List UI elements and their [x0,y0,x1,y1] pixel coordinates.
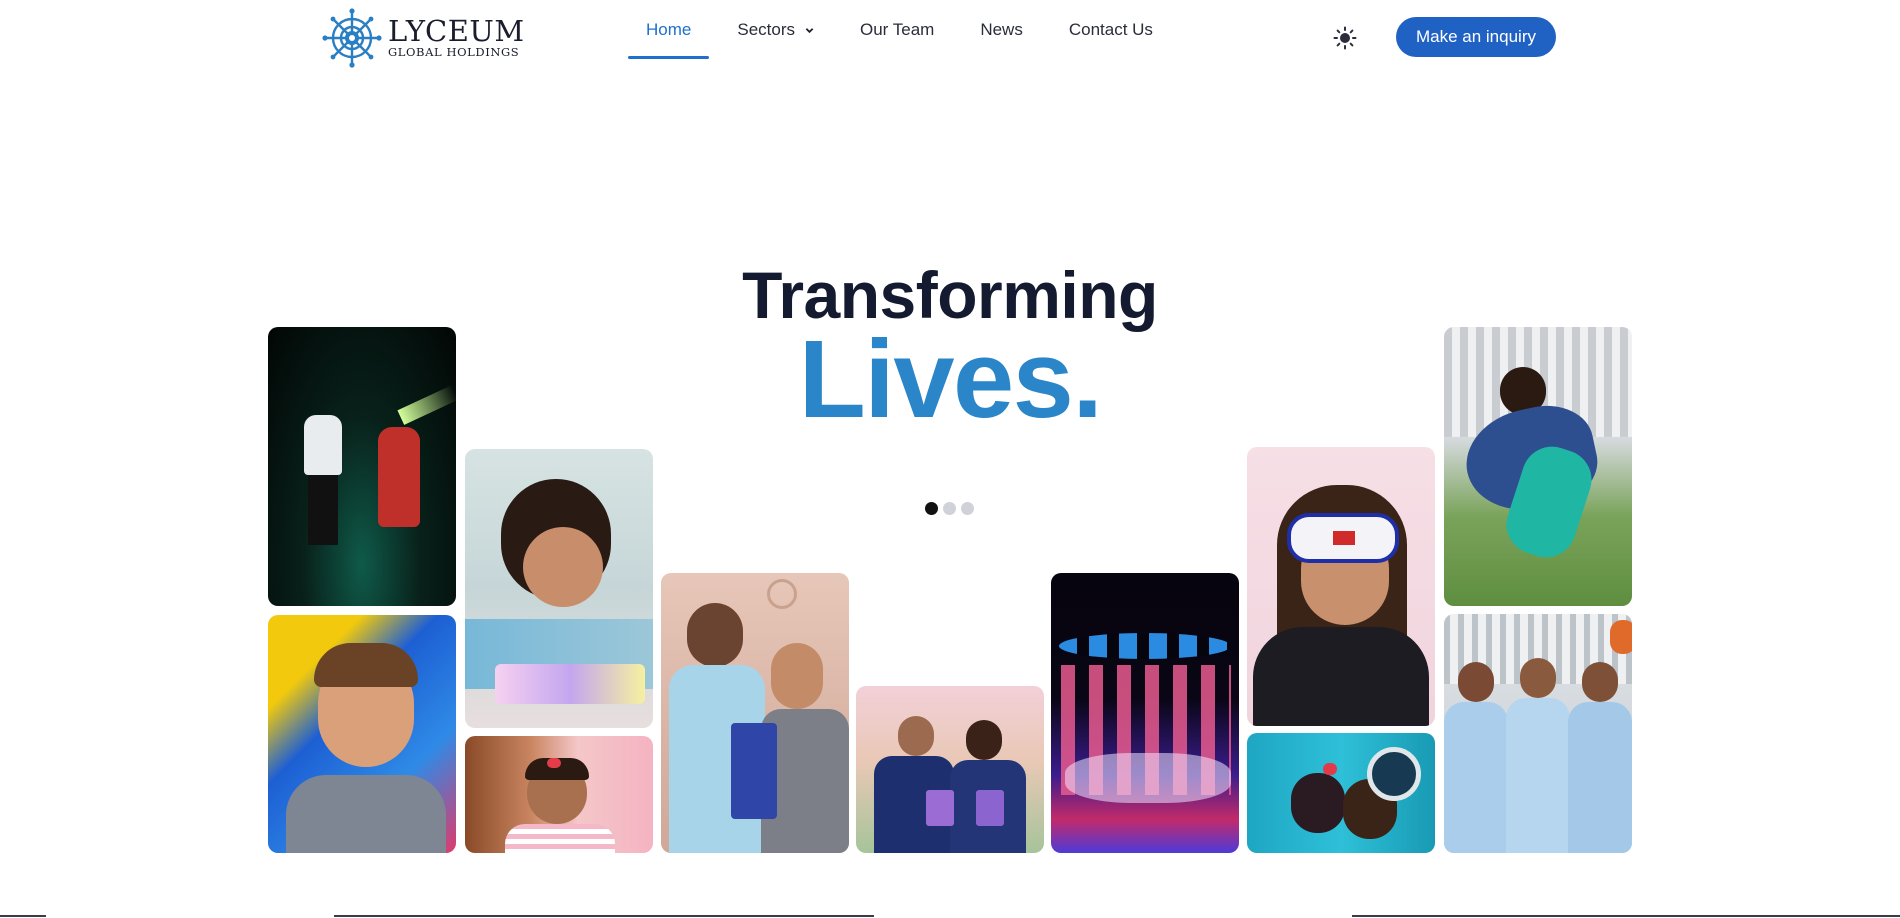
site-header: LYCEUM GLOBAL HOLDINGS Home Sectors Our … [0,0,1900,76]
nav-item-home[interactable]: Home [628,0,710,60]
logo[interactable]: LYCEUM GLOBAL HOLDINGS [322,8,525,68]
chevron-down-icon [805,27,814,33]
sun-icon [1333,26,1357,50]
nav-item-label: Home [646,20,692,39]
photo-graduate-jumping [1444,327,1632,606]
main-nav: Home Sectors Our Team News Contact Us [628,0,1181,60]
logo-title: LYCEUM [388,14,525,49]
photo-stage-performers [268,327,456,606]
photo-girl-drawing [465,449,653,728]
photo-smiling-boy [268,615,456,853]
nav-item-news[interactable]: News [962,0,1041,60]
make-inquiry-button[interactable]: Make an inquiry [1396,17,1556,57]
nav-item-label: News [980,20,1023,39]
photo-award-students [856,686,1044,853]
photo-vr-headset-girl [1247,447,1435,726]
photo-graduates-group [1444,614,1632,853]
nav-item-label: Contact Us [1068,20,1153,39]
carousel-dots [925,502,974,515]
theme-toggle-button[interactable] [1332,25,1358,51]
nav-item-label: Sectors [737,20,795,39]
bottom-divider [0,915,1900,917]
nav-item-label: Our Team [860,20,935,39]
ship-wheel-logo-icon [322,8,382,68]
photo-students-uniform [661,573,849,853]
logo-subtitle: GLOBAL HOLDINGS [388,45,520,60]
carousel-dot[interactable] [961,502,974,515]
photo-girls-costume [1247,733,1435,853]
nav-item-contact-us[interactable]: Contact Us [1051,0,1171,60]
nav-item-our-team[interactable]: Our Team [842,0,952,60]
carousel-dot[interactable] [943,502,956,515]
nav-item-sectors[interactable]: Sectors [719,0,832,60]
carousel-dot[interactable] [925,502,938,515]
photo-toddler [465,736,653,853]
photo-dance-performance [1051,573,1239,853]
